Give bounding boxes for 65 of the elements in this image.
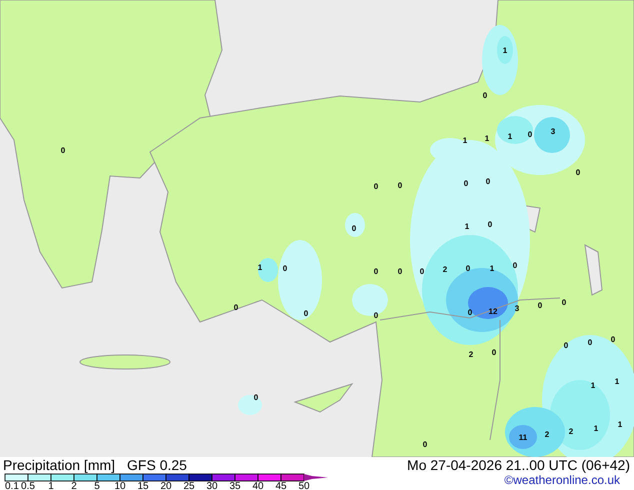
map-value-label: 2	[468, 350, 474, 359]
map-value-label: 0	[492, 348, 496, 357]
map-value-label: 0	[420, 267, 424, 276]
map-value-label: 0	[466, 264, 470, 273]
map-value-label: 1	[508, 132, 512, 141]
map-value-label: 3	[550, 127, 556, 136]
map-value-label: 0	[398, 267, 402, 276]
legend-title: Precipitation [mm]	[3, 457, 116, 473]
scale-label: 25	[183, 481, 195, 490]
scale-label: 1	[48, 481, 54, 490]
map-value-label: 0	[488, 220, 492, 229]
map-value-label: 0	[398, 181, 402, 190]
map-value-label: 3	[514, 304, 520, 313]
map-value-label: 1	[590, 381, 596, 390]
map-value-label: 11	[518, 433, 528, 442]
map-value-label: 0	[576, 168, 580, 177]
scale-label: 35	[229, 481, 241, 490]
map-value-label: 0	[374, 182, 378, 191]
map-value-label: 1	[490, 264, 494, 273]
scale-label: 0.1	[5, 481, 19, 490]
map-value-label: 0	[352, 224, 356, 233]
credit-link[interactable]: ©weatheronline.co.uk	[504, 473, 620, 487]
map-value-label: 0	[60, 146, 66, 155]
map-value-label: 0	[464, 179, 468, 188]
valid-time: Mo 27-04-2026 21..00 UTC (06+42)	[407, 457, 630, 473]
map-value-label: 0	[512, 261, 518, 270]
map-value-label: 2	[544, 430, 550, 439]
map-value-label: 1	[594, 424, 598, 433]
map-value-label: 0	[538, 301, 542, 310]
scale-label: 20	[160, 481, 172, 490]
scale-label: 0.5	[21, 481, 35, 490]
map-value-label: 0	[564, 341, 568, 350]
scale-label: 40	[252, 481, 264, 490]
map-value-label: 1	[484, 134, 490, 143]
map-value-label: 2	[442, 265, 448, 274]
scale-label: 10	[114, 481, 126, 490]
model-name: GFS 0.25	[127, 457, 187, 473]
map-value-label: 12	[488, 307, 498, 316]
map-value-label: 0	[374, 267, 378, 276]
map-value-label: 0	[254, 393, 258, 402]
map-value-label: 0	[422, 440, 428, 449]
map-value-label: 0	[304, 309, 308, 318]
map-value-label: 0	[588, 338, 592, 347]
map-value-label: 0	[610, 335, 616, 344]
map-value-label: 1	[258, 263, 262, 272]
map-value-label: 0	[282, 264, 288, 273]
scale-label: 2	[71, 481, 77, 490]
map-value-label: 0	[234, 303, 238, 312]
scale-label: 5	[94, 481, 100, 490]
scale-label: 45	[275, 481, 287, 490]
map-value-label: 1	[614, 377, 620, 386]
map-value-label: 1	[618, 420, 622, 429]
map-value-label: 0	[482, 91, 488, 100]
scale-label: 15	[137, 481, 149, 490]
map-value-label: 0	[486, 177, 490, 186]
map-value-label: 2	[568, 427, 574, 436]
scale-label: 30	[206, 481, 218, 490]
map-value-label: 0	[528, 130, 532, 139]
map-value-label: 0	[468, 308, 472, 317]
map-value-label: 1	[464, 222, 470, 231]
map-value-label: 1	[502, 46, 508, 55]
map-value-label: 0	[562, 298, 566, 307]
map-value-label: 1	[462, 136, 468, 145]
scale-label: 50	[298, 481, 310, 490]
map-value-label: 0	[374, 311, 378, 320]
